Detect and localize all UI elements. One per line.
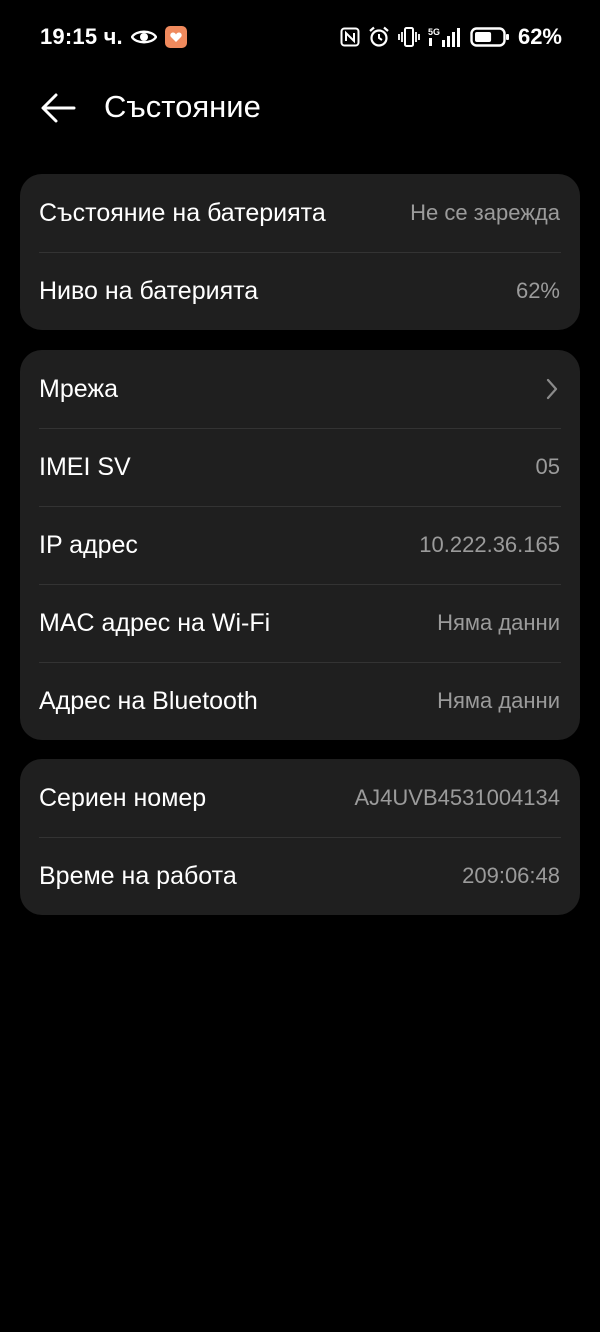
row-value: 05 <box>535 454 560 479</box>
serial-number-row: Сериен номер AJ4UVB4531004134 <box>20 759 580 837</box>
arrow-left-icon <box>40 92 76 129</box>
status-bar: 19:15 ч. 5G 62% <box>0 0 600 74</box>
row-label: MAC адрес на Wi-Fi <box>39 608 271 637</box>
battery-card: Състояние на батерията Не се зарежда Нив… <box>20 174 580 330</box>
app-bar: Състояние <box>0 74 600 146</box>
row-label: IP адрес <box>39 530 138 559</box>
network-row[interactable]: Мрежа <box>20 350 580 428</box>
battery-level-row: Ниво на батерията 62% <box>20 252 580 330</box>
row-label: Сериен номер <box>39 783 207 812</box>
ip-address-row: IP адрес 10.222.36.165 <box>20 506 580 584</box>
row-value: 209:06:48 <box>462 863 560 888</box>
row-label: Адрес на Bluetooth <box>39 686 258 715</box>
row-value: Няма данни <box>437 688 560 713</box>
nfc-icon <box>340 27 360 47</box>
signal-icon: 5G <box>428 26 462 48</box>
battery-icon <box>470 26 510 48</box>
row-label: Време на работа <box>39 861 237 890</box>
device-card: Сериен номер AJ4UVB4531004134 Време на р… <box>20 759 580 915</box>
row-label: Мрежа <box>39 374 118 403</box>
row-label: Състояние на батерията <box>39 198 326 227</box>
status-time: 19:15 ч. <box>40 24 123 49</box>
bluetooth-address-row: Адрес на Bluetooth Няма данни <box>20 662 580 740</box>
row-label: Ниво на батерията <box>39 276 259 305</box>
battery-percent: 62% <box>517 24 562 49</box>
wifi-mac-row: MAC адрес на Wi-Fi Няма данни <box>20 584 580 662</box>
row-value: 62% <box>515 278 560 303</box>
back-button[interactable] <box>38 90 78 130</box>
network-card: Мрежа IMEI SV 05 IP адрес 10.222.36.165 … <box>20 350 580 740</box>
row-value: Не се зарежда <box>410 200 560 225</box>
row-value: 10.222.36.165 <box>419 532 560 557</box>
row-value: Няма данни <box>437 610 560 635</box>
battery-status-row: Състояние на батерията Не се зарежда <box>20 174 580 252</box>
uptime-row: Време на работа 209:06:48 <box>20 837 580 915</box>
row-value: AJ4UVB4531004134 <box>354 785 561 810</box>
row-label: IMEI SV <box>39 452 131 481</box>
status-bar-right: 5G 62% <box>340 24 562 50</box>
status-bar-left: 19:15 ч. <box>40 24 187 50</box>
chevron-right-icon <box>544 377 560 401</box>
network-type-label: 5G <box>428 27 440 37</box>
vibrate-icon <box>398 26 420 48</box>
eye-icon <box>130 28 157 46</box>
imei-sv-row: IMEI SV 05 <box>20 428 580 506</box>
alarm-icon <box>368 26 390 48</box>
page-title: Състояние <box>104 89 261 124</box>
app-notification-icon <box>164 26 187 48</box>
